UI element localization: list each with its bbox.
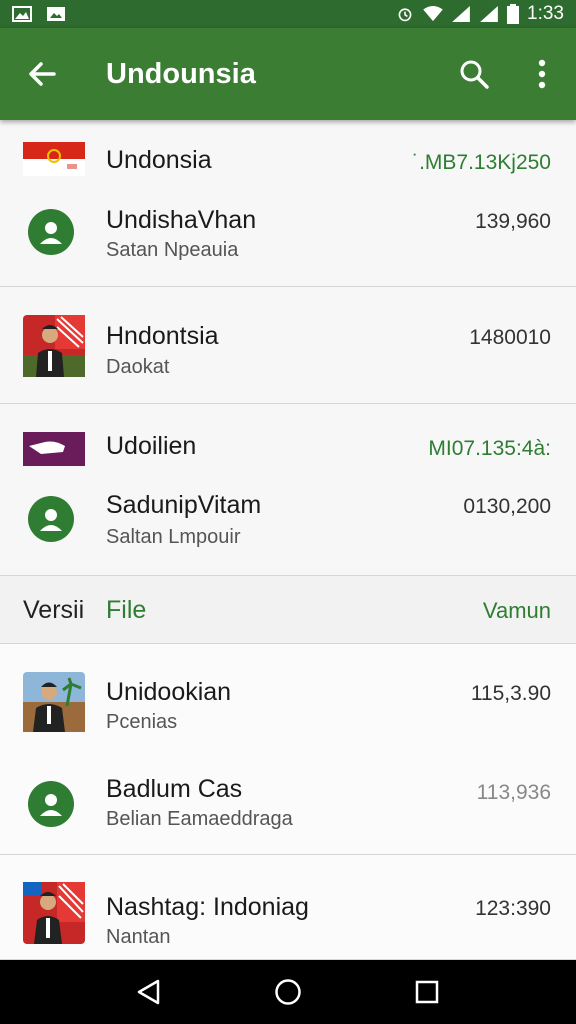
avatar: [28, 781, 74, 827]
item-secondary: Belian Eamaeddraga: [106, 808, 293, 830]
item-secondary: Satan Npeauia: [106, 239, 239, 261]
app-title: Undounsia: [106, 58, 256, 90]
item-amount: 139,960: [475, 210, 551, 233]
card-2: Hndontsia Daokat 1480010: [0, 287, 576, 404]
list-item[interactable]: Hndontsia Daokat 1480010: [0, 287, 576, 404]
card-4: Unidookian Pcenias 115,3.90 Badlum Cas B…: [0, 644, 576, 855]
app-bar: Undounsia: [0, 28, 576, 120]
alarm-icon: [398, 8, 412, 22]
avatar: [28, 209, 74, 255]
item-primary: Undonsia: [106, 146, 212, 174]
person-photo-thumbnail-icon: [23, 672, 85, 732]
gallery-notification-icon: [12, 6, 32, 22]
person-photo-thumbnail-icon: [23, 315, 85, 377]
person-photo-thumbnail-icon: [23, 882, 85, 944]
card-1: Undonsia ˙.MB7.13Kj250 UndishaVhan Satan…: [0, 120, 576, 287]
photo-notification-icon: [47, 7, 65, 21]
card-5: Nashtag: Indoniag Nantan 123:390: [0, 855, 576, 960]
list-item[interactable]: SadunipVitam Saltan Lmpouir 0130,200: [0, 474, 576, 576]
square-recents-icon: [415, 980, 438, 1004]
arrow-back-icon: [29, 62, 56, 86]
item-amount: 123:390: [475, 897, 551, 920]
content: Undonsia ˙.MB7.13Kj250 UndishaVhan Satan…: [0, 120, 576, 960]
item-primary: Badlum Cas: [106, 775, 243, 803]
list-item[interactable]: UndishaVhan Satan Npeauia 139,960: [0, 186, 576, 286]
person-icon: [40, 509, 62, 531]
card-3: Udoilien MI07.135:4à: SadunipVitam Salta…: [0, 404, 576, 576]
search-icon: [460, 60, 489, 89]
item-amount: 0130,200: [463, 495, 551, 518]
signal-icon-2: [480, 6, 498, 22]
list-item[interactable]: Badlum Cas Belian Eamaeddraga 113,936: [0, 754, 576, 854]
item-primary: Unidookian: [106, 678, 232, 706]
list-item[interactable]: Unidookian Pcenias 115,3.90: [0, 644, 576, 754]
item-primary: UndishaVhan: [106, 206, 257, 234]
item-secondary: Pcenias: [106, 711, 178, 733]
system-navigation-bar: [0, 960, 576, 1024]
person-icon: [40, 222, 62, 244]
list-item[interactable]: Udoilien MI07.135:4à:: [0, 404, 576, 474]
item-primary: Nashtag: Indoniag: [106, 893, 309, 921]
item-secondary: Saltan Lmpouir: [106, 526, 241, 548]
indonesia-flag-icon: [23, 142, 85, 176]
signal-icon: [452, 6, 470, 22]
item-secondary: Daokat: [106, 356, 170, 378]
status-time: 1:33: [527, 3, 564, 24]
item-primary: SadunipVitam: [106, 491, 262, 519]
section-header-col3[interactable]: Vamun: [483, 598, 551, 624]
section-header: Versii File Vamun: [0, 576, 576, 644]
nav-recents-button[interactable]: [407, 972, 447, 1012]
nav-home-button[interactable]: [268, 972, 308, 1012]
item-amount: 115,3.90: [470, 682, 551, 705]
avatar: [28, 496, 74, 542]
circle-home-icon: [275, 979, 301, 1005]
person-icon: [40, 794, 62, 816]
status-bar: 1:33: [0, 0, 576, 28]
search-button[interactable]: [456, 56, 492, 92]
flag-icon: [23, 432, 85, 466]
item-primary: Udoilien: [106, 432, 197, 460]
item-amount: MI07.135:4à:: [428, 437, 551, 460]
back-button[interactable]: [24, 56, 60, 92]
section-header-col2[interactable]: File: [106, 596, 146, 625]
item-secondary: Nantan: [106, 926, 171, 948]
item-primary: Hndontsia: [106, 322, 219, 350]
nav-back-button[interactable]: [129, 972, 169, 1012]
triangle-back-icon: [138, 979, 160, 1005]
overflow-menu-button[interactable]: [526, 56, 558, 92]
item-amount: 113,936: [476, 781, 551, 804]
list-item[interactable]: Undonsia ˙.MB7.13Kj250: [0, 120, 576, 186]
wifi-icon: [423, 6, 443, 22]
item-amount: ˙.MB7.13Kj250: [412, 151, 551, 174]
list-item[interactable]: Nashtag: Indoniag Nantan 123:390: [0, 855, 576, 960]
item-amount: 1480010: [469, 326, 551, 349]
battery-icon: [507, 4, 520, 24]
more-vert-icon: [538, 59, 546, 89]
section-header-col1: Versii: [23, 596, 85, 624]
